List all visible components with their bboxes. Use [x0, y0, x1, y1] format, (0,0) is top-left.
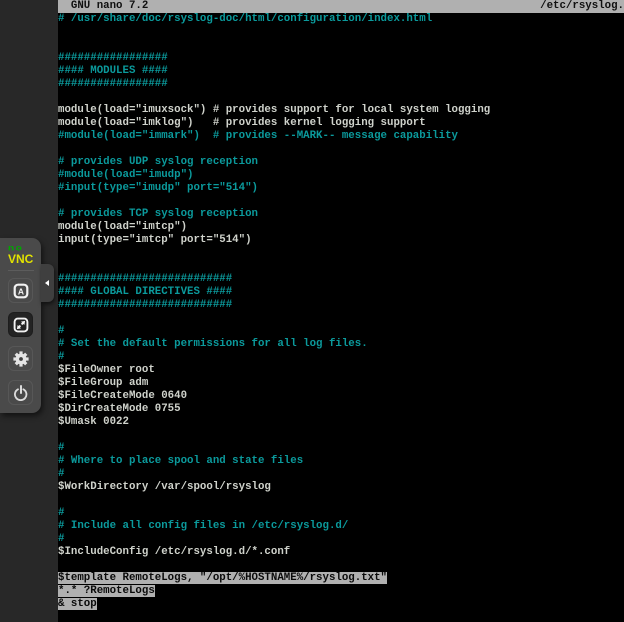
svg-text:A: A [17, 286, 23, 296]
